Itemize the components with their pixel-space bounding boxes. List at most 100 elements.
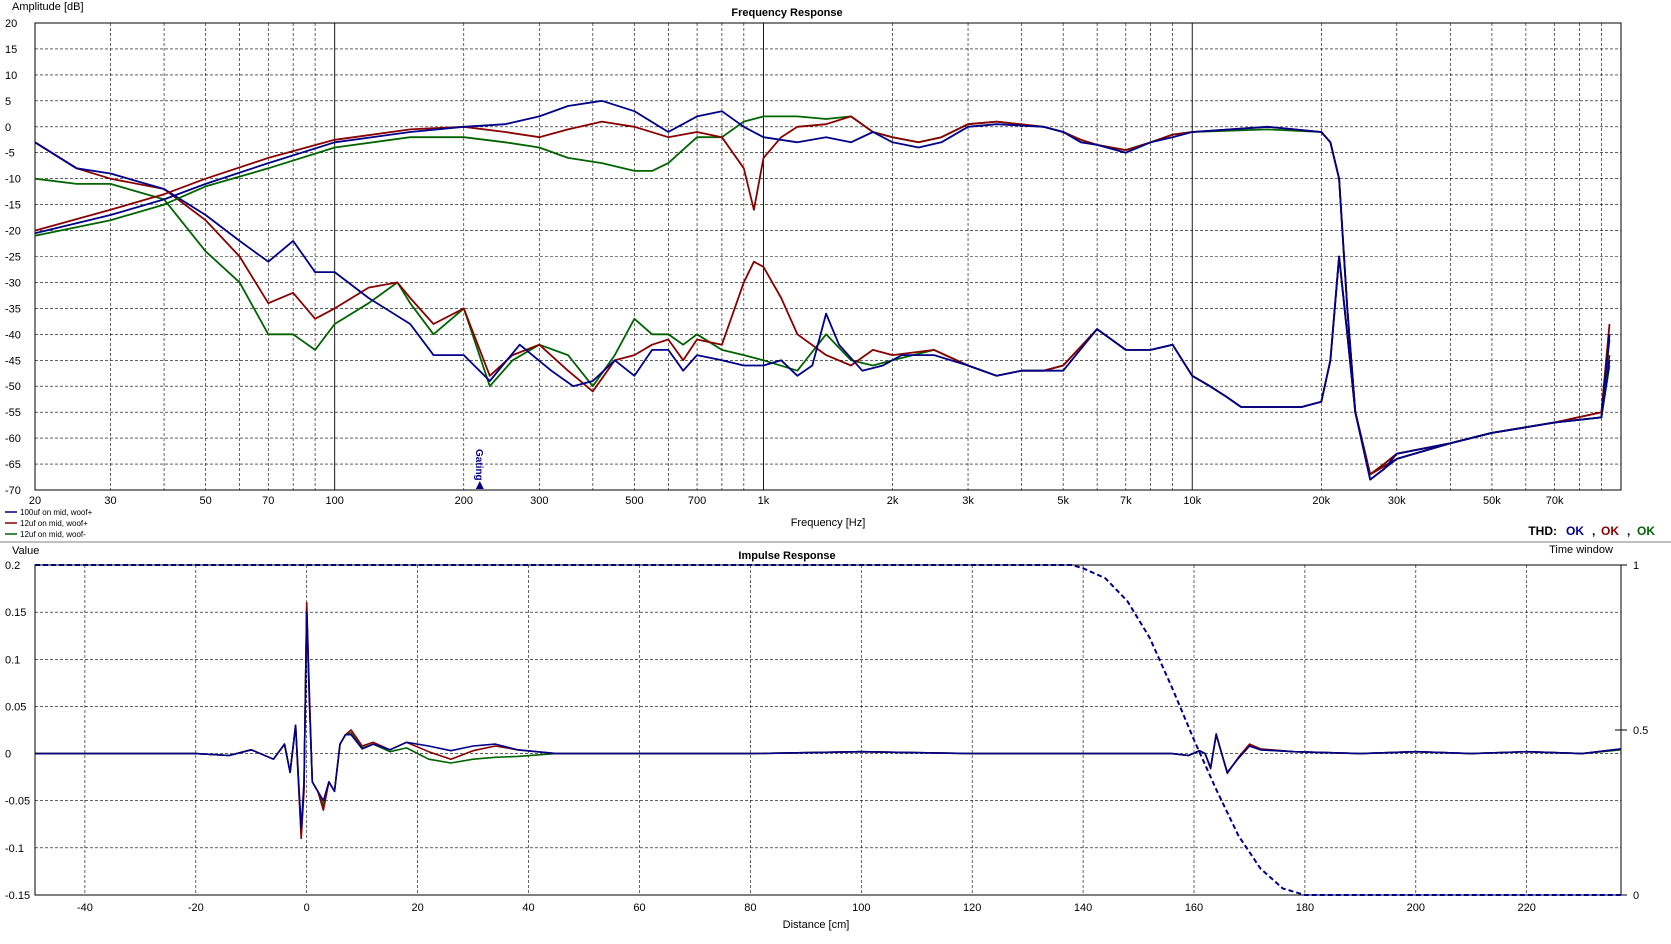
ir-y-tick-label: 0 xyxy=(5,749,11,761)
fr-y-tick-label: -20 xyxy=(5,226,21,238)
fr-ylabel: Amplitude [dB] xyxy=(12,1,84,13)
fr-y-tick-label: -40 xyxy=(5,329,21,341)
fr-y-tick-label: -35 xyxy=(5,303,21,315)
ir-y-tick-labels: 0.2 0.15 0.1 0.05 0 -0.05 -0.1 -0.15 xyxy=(5,560,30,902)
fr-x-tick-label: 500 xyxy=(625,495,643,507)
ir-impulse-line xyxy=(35,601,1622,840)
ir-y2-tick-label: 1 xyxy=(1633,560,1639,572)
fr-x-tick-label: 2k xyxy=(887,495,899,507)
fr-title: Frequency Response xyxy=(731,7,842,19)
gating-arrow-icon[interactable] xyxy=(475,481,484,489)
ir-x-tick-label: 200 xyxy=(1407,902,1425,914)
thd-status-red: OK xyxy=(1601,524,1619,538)
fr-y-tick-label: -60 xyxy=(5,433,21,445)
ir-y2-tick-labels: 10.50 xyxy=(1615,560,1648,902)
fr-x-tick-label: 300 xyxy=(530,495,548,507)
ir-x-tick-label: 40 xyxy=(522,902,534,914)
fr-y-tick-label: -65 xyxy=(5,459,21,471)
ir-y-tick-label: -0.05 xyxy=(5,796,30,808)
thd-label: THD: xyxy=(1528,524,1557,538)
fr-response-line xyxy=(34,115,1611,476)
gating-label: Gating xyxy=(473,449,484,481)
ir-x-tick-labels: -40 -20 0 20 40 60 80 100 120 140 160 180 200 220 xyxy=(77,902,1536,914)
thd-status-green: OK xyxy=(1637,524,1655,538)
fr-y-tick-label: -25 xyxy=(5,252,21,264)
legend-item[interactable]: 12uf on mid, woof- xyxy=(5,530,86,539)
ir-x-tick-label: 180 xyxy=(1296,902,1314,914)
fr-y-tick-label: 0 xyxy=(5,122,11,134)
fr-y-tick-label: -30 xyxy=(5,277,21,289)
fr-y-tick-label: -10 xyxy=(5,174,21,186)
fr-x-tick-label: 700 xyxy=(688,495,706,507)
fr-x-tick-label: 30 xyxy=(104,495,116,507)
ir-y-tick-label: -0.15 xyxy=(5,890,30,902)
fr-x-tick-label: 50k xyxy=(1483,495,1501,507)
fr-x-tick-label: 5k xyxy=(1057,495,1069,507)
legend-label: 12uf on mid, woof- xyxy=(20,530,86,539)
fr-grid xyxy=(35,23,1621,490)
fr-response-line xyxy=(34,115,1611,476)
fr-x-tick-label: 7k xyxy=(1120,495,1132,507)
fr-x-tick-label: 20k xyxy=(1312,495,1330,507)
fr-x-tick-label: 10k xyxy=(1183,495,1201,507)
ir-y-tick-label: 0.05 xyxy=(5,701,26,713)
fr-y-tick-label: -45 xyxy=(5,355,21,367)
ir-x-tick-label: 220 xyxy=(1518,902,1536,914)
measurement-window: Amplitude [dB] Frequency Response 201510… xyxy=(0,1,1671,931)
frequency-response-panel: Amplitude [dB] Frequency Response 20 15 10… xyxy=(5,1,1655,539)
ir-y2-tick-label: 0.5 xyxy=(1633,725,1648,737)
fr-xlabel: Frequency [Hz] xyxy=(791,517,866,529)
fr-y-tick-label: -70 xyxy=(5,485,21,497)
ir-ylabel: Value xyxy=(12,545,39,557)
gating-marker[interactable]: Gating xyxy=(473,449,484,489)
ir-series-lines xyxy=(35,564,1622,896)
thd-separator: , xyxy=(1592,524,1595,538)
fr-y-tick-labels: 20 15 10 5 0 -5 -10 -15 -20 -25 -30 -35 -40 -45 -50 -55… xyxy=(5,18,21,497)
thd-separator: , xyxy=(1627,524,1630,538)
fr-x-tick-label: 1k xyxy=(758,495,770,507)
legend-item[interactable]: 12uf on mid, woof+ xyxy=(5,519,88,528)
fr-y-tick-label: -5 xyxy=(5,148,15,160)
thd-status-blue: OK xyxy=(1566,524,1584,538)
ir-y2-tick-label: 0 xyxy=(1633,890,1639,902)
ir-xlabel: Distance [cm] xyxy=(783,919,850,931)
ir-y-tick-label: 0.15 xyxy=(5,607,26,619)
fr-y-tick-label: 20 xyxy=(5,18,17,30)
fr-x-tick-label: 3k xyxy=(962,495,974,507)
fr-x-tick-label: 200 xyxy=(455,495,473,507)
fr-x-tick-label: 70k xyxy=(1546,495,1564,507)
ir-impulse-line xyxy=(35,611,1622,830)
ir-x-tick-label: -40 xyxy=(77,902,93,914)
impulse-response-panel: Value Impulse Response Time window 0.20.… xyxy=(5,544,1648,931)
ir-x-tick-label: 160 xyxy=(1185,902,1203,914)
fr-x-tick-label: 100 xyxy=(326,495,344,507)
ir-x-tick-label: 120 xyxy=(963,902,981,914)
ir-y-tick-label: 0.1 xyxy=(5,654,20,666)
fr-x-tick-label: 20 xyxy=(29,495,41,507)
ir-x-tick-label: 100 xyxy=(852,902,870,914)
ir-time-window-line xyxy=(35,564,1621,896)
fr-distortion-line xyxy=(34,141,1611,481)
fr-y-tick-label: -15 xyxy=(5,200,21,212)
fr-y-tick-label: -50 xyxy=(5,381,21,393)
fr-y-tick-label: -55 xyxy=(5,407,21,419)
ir-title: Impulse Response xyxy=(738,550,835,562)
legend-label: 100uf on mid, woof+ xyxy=(20,508,93,517)
fr-x-tick-labels: 20 30 50 70 100 200 300 500 700 1k 2k 3k 5k 7k 10k 20k 3… xyxy=(29,495,1564,507)
ir-y-tick-label: -0.1 xyxy=(5,843,24,855)
ir-x-tick-label: 140 xyxy=(1074,902,1092,914)
ir-y2label: Time window xyxy=(1549,544,1613,556)
fr-x-tick-label: 70 xyxy=(262,495,274,507)
ir-y-tick-label: 0.2 xyxy=(5,560,20,572)
legend-item[interactable]: 100uf on mid, woof+ xyxy=(5,508,93,517)
ir-plot-frame xyxy=(34,564,1622,896)
fr-legend: 100uf on mid, woof+ 12uf on mid, woof+ 1… xyxy=(5,508,93,539)
ir-x-tick-label: 0 xyxy=(304,902,310,914)
fr-y-tick-label: 15 xyxy=(5,44,17,56)
ir-x-tick-label: -20 xyxy=(188,902,204,914)
legend-label: 12uf on mid, woof+ xyxy=(20,519,88,528)
thd-status: THD: OK , OK , OK xyxy=(1528,524,1655,538)
ir-x-tick-label: 20 xyxy=(412,902,424,914)
fr-y-tick-label: 10 xyxy=(5,70,17,82)
fr-series-lines xyxy=(34,99,1611,481)
